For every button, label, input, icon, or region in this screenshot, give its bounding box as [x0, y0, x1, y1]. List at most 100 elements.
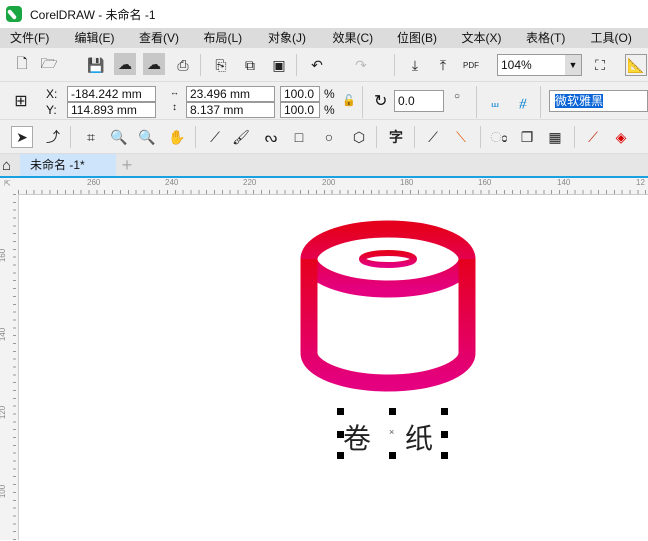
publish-pdf-icon[interactable]: PDF: [460, 54, 482, 76]
polygon-tool-icon[interactable]: ⬡: [348, 126, 370, 148]
tab-document[interactable]: 未命名 -1*: [20, 154, 116, 176]
center-marker-icon: ×: [389, 427, 395, 437]
ruler-tick-label: 220: [243, 178, 257, 187]
selection-handle[interactable]: [389, 452, 396, 459]
lock-ratio-icon[interactable]: 🔓: [342, 94, 356, 107]
crop-tool-icon[interactable]: ⌗: [80, 126, 102, 148]
y-position-input[interactable]: 114.893 mm: [67, 102, 156, 118]
pan-hand-icon[interactable]: ✋: [166, 126, 188, 148]
copy-icon[interactable]: ⧉: [239, 54, 261, 76]
selection-handle[interactable]: [337, 431, 344, 438]
percent-label: %: [324, 87, 335, 101]
height-icon: ↕: [172, 102, 177, 113]
shape-tool-icon[interactable]: ⤴: [42, 126, 64, 148]
options-icon[interactable]: 📐: [625, 54, 647, 76]
freehand-tool-icon[interactable]: ⟋: [204, 126, 226, 148]
ellipse-tool-icon[interactable]: ○: [318, 126, 340, 148]
mirror-vertical-icon[interactable]: ⧣: [512, 91, 534, 113]
standard-toolbar: 🗋 🗁 💾 ☁ ☁ ⎙ ⎘ ⧉ ▣ ↶ ↷ ⤓ ⤒ PDF 104% ▼ ⛶ 📐: [0, 48, 648, 82]
menu-edit[interactable]: 编辑(E): [65, 28, 130, 48]
x-label: X:: [46, 87, 58, 101]
rectangle-tool-icon[interactable]: □: [288, 126, 310, 148]
roll-top-ellipse: [300, 220, 476, 298]
rotation-input[interactable]: 0.0: [394, 90, 444, 112]
print-icon[interactable]: ⎙: [172, 54, 194, 76]
home-icon[interactable]: ⌂: [2, 157, 11, 174]
ruler-tick-label: 160: [0, 248, 8, 263]
coreldraw-logo-icon: [6, 6, 22, 22]
menu-bitmaps[interactable]: 位图(B): [387, 28, 452, 48]
menu-effects[interactable]: 效果(C): [323, 28, 388, 48]
toolbox: ➤ ⤴ ⌗ 🔍 🔍 ✋ ⟋ 🖌 ᔓ □ ○ ⬡ 字 ⟋ ⟍ ಂ ❐ ▦ ⟋ ◈: [0, 120, 648, 154]
interactive-fill-icon[interactable]: ◈: [610, 126, 632, 148]
scale-x-input[interactable]: 100.0: [280, 86, 320, 102]
zoom-tool-icon[interactable]: 🔍: [108, 126, 130, 148]
selection-handle[interactable]: [389, 408, 396, 415]
cloud-upload-icon[interactable]: ☁: [143, 53, 165, 75]
menu-layout[interactable]: 布局(L): [194, 28, 259, 48]
drawing-canvas[interactable]: 卷 纸 ×: [18, 194, 648, 540]
menu-table[interactable]: 表格(T): [516, 28, 581, 48]
x-position-input[interactable]: -184.242 mm: [67, 86, 156, 102]
open-icon[interactable]: 🗁: [38, 54, 60, 76]
cloud-download-icon[interactable]: ☁: [114, 53, 136, 75]
selection-handle[interactable]: [337, 408, 344, 415]
menu-tools[interactable]: 工具(O): [581, 28, 646, 48]
blend-tool-icon[interactable]: ಂ: [488, 126, 510, 148]
transparency-icon[interactable]: ▦: [544, 126, 566, 148]
paste-icon[interactable]: ▣: [268, 54, 290, 76]
vertical-ruler[interactable]: 160 140 120 100: [0, 194, 18, 540]
export-icon[interactable]: ⤒: [432, 54, 454, 76]
cut-icon[interactable]: ⎘: [210, 54, 232, 76]
width-icon: ↔: [170, 87, 179, 97]
font-family-input[interactable]: 微软雅黑: [549, 90, 648, 112]
eyedropper-icon[interactable]: ⟋: [582, 126, 604, 148]
menu-text[interactable]: 文本(X): [452, 28, 517, 48]
smart-draw-icon[interactable]: ᔓ: [260, 126, 282, 148]
new-document-icon[interactable]: 🗋: [11, 54, 33, 76]
width-input[interactable]: 23.496 mm: [186, 86, 275, 102]
dimension-tool-icon[interactable]: ⟋: [422, 126, 444, 148]
menu-object[interactable]: 对象(J): [258, 28, 323, 48]
connector-tool-icon[interactable]: ⟍: [450, 126, 472, 148]
ruler-tick-label: 260: [87, 178, 101, 187]
percent-label: %: [324, 103, 335, 117]
zoom-level-value: 104%: [501, 58, 532, 72]
scale-y-input[interactable]: 100.0: [280, 102, 320, 118]
undo-icon[interactable]: ↶: [306, 54, 328, 76]
selection-handle[interactable]: [441, 431, 448, 438]
add-tab-button[interactable]: +: [118, 154, 136, 176]
ruler-tick-label: 200: [322, 178, 336, 187]
paper-roll-graphic[interactable]: [19, 195, 648, 541]
paper-roll-icon: [300, 220, 476, 392]
save-icon[interactable]: 💾: [85, 54, 107, 76]
pick-tool-icon[interactable]: ➤: [11, 126, 33, 148]
text-zhi[interactable]: 纸: [405, 417, 433, 457]
ruler-tick-label: 120: [0, 405, 8, 420]
text-juan[interactable]: 卷: [343, 417, 371, 457]
property-bar: ⊞ X: Y: -184.242 mm 114.893 mm ↔ ↕ 23.49…: [0, 82, 648, 120]
import-icon[interactable]: ⤓: [404, 54, 426, 76]
reference-point-icon[interactable]: ⊞: [10, 90, 32, 112]
horizontal-ruler[interactable]: ⇱ 260 240 220 200 180 160 140 12: [0, 178, 648, 194]
selection-handle[interactable]: [441, 408, 448, 415]
ruler-origin-icon[interactable]: ⇱: [4, 179, 11, 188]
full-screen-icon[interactable]: ⛶: [589, 54, 611, 76]
document-tabs: ⌂ 未命名 -1* +: [0, 154, 648, 178]
degree-icon: ○: [454, 91, 461, 102]
menu-view[interactable]: 查看(V): [129, 28, 194, 48]
height-input[interactable]: 8.137 mm: [186, 102, 275, 118]
selection-handle[interactable]: [441, 452, 448, 459]
drop-shadow-icon[interactable]: ❐: [516, 126, 538, 148]
chevron-down-icon[interactable]: ▼: [565, 55, 581, 75]
brush-tool-icon[interactable]: 🖌: [230, 126, 252, 148]
redo-icon[interactable]: ↷: [350, 54, 372, 76]
mirror-horizontal-icon[interactable]: ⧢: [484, 91, 506, 113]
ruler-tick-label: 140: [0, 327, 8, 342]
ruler-tick-label: 240: [165, 178, 179, 187]
text-tool-icon[interactable]: 字: [385, 126, 407, 148]
zoom-out-icon[interactable]: 🔍: [136, 126, 158, 148]
ruler-tick-label: 100: [0, 484, 8, 499]
menu-file[interactable]: 文件(F): [0, 28, 65, 48]
selection-handle[interactable]: [337, 452, 344, 459]
